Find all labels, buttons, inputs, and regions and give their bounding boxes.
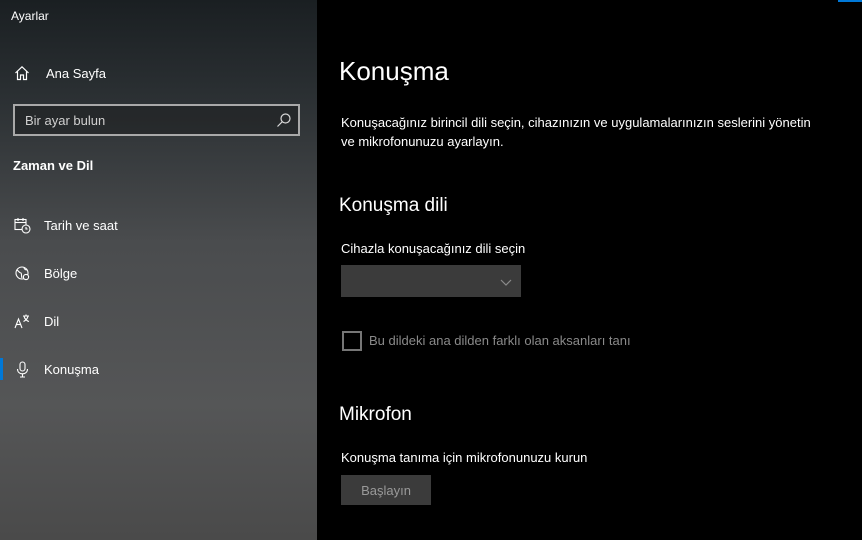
globe-icon bbox=[13, 264, 31, 282]
sidebar-item-speech[interactable]: Konuşma bbox=[0, 349, 317, 389]
language-select-label: Cihazla konuşacağınız dili seçin bbox=[341, 241, 526, 256]
language-icon bbox=[13, 312, 31, 330]
language-dropdown[interactable] bbox=[341, 265, 521, 297]
search-input[interactable] bbox=[15, 106, 275, 134]
chevron-down-icon bbox=[500, 275, 512, 287]
sidebar-item-date-time[interactable]: Tarih ve saat bbox=[0, 205, 317, 245]
microphone-setup-label: Konuşma tanıma için mikrofonunuzu kurun bbox=[341, 450, 588, 465]
accent-checkbox-label: Bu dildeki ana dilden farklı olan aksanl… bbox=[369, 333, 631, 348]
search-icon[interactable] bbox=[276, 112, 292, 128]
page-title: Konuşma bbox=[339, 56, 449, 86]
sidebar-item-label: Konuşma bbox=[44, 361, 99, 377]
sidebar-item-label: Dil bbox=[44, 313, 60, 329]
sidebar-item-home[interactable]: Ana Sayfa bbox=[0, 53, 317, 93]
sidebar: Ayarlar Ana Sayfa Zaman ve Dil bbox=[0, 0, 317, 540]
sidebar-item-region[interactable]: Bölge bbox=[0, 253, 317, 293]
home-icon bbox=[13, 64, 31, 82]
section-heading: Zaman ve Dil bbox=[13, 158, 94, 173]
main-content: Konuşma Konuşacağınız birincil dili seçi… bbox=[317, 0, 862, 540]
microphone-heading: Mikrofon bbox=[339, 404, 412, 425]
window-accent-line bbox=[838, 0, 862, 2]
sidebar-item-label: Ana Sayfa bbox=[46, 65, 106, 81]
page-description: Konuşacağınız birincil dili seçin, cihaz… bbox=[341, 115, 811, 149]
get-started-button[interactable]: Başlayın bbox=[341, 475, 431, 505]
app-title: Ayarlar bbox=[11, 9, 49, 23]
sidebar-item-label: Bölge bbox=[44, 265, 78, 281]
accent-checkbox[interactable] bbox=[342, 331, 362, 351]
microphone-icon bbox=[13, 360, 31, 378]
search-box bbox=[13, 104, 300, 136]
sidebar-item-label: Tarih ve saat bbox=[44, 217, 118, 233]
sidebar-item-language[interactable]: Dil bbox=[0, 301, 317, 341]
calendar-clock-icon bbox=[13, 216, 31, 234]
speech-language-heading: Konuşma dili bbox=[339, 195, 448, 216]
